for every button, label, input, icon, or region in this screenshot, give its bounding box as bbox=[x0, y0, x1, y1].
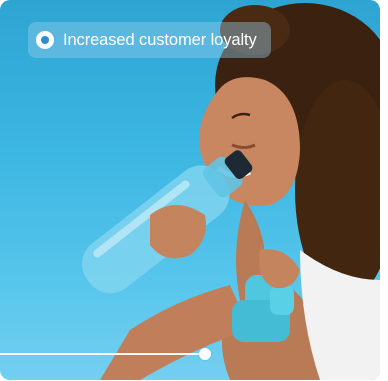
feature-label: Increased customer loyalty bbox=[63, 30, 257, 49]
slider-handle[interactable] bbox=[199, 348, 211, 360]
hero-image-card: Increased customer loyalty bbox=[0, 0, 380, 380]
slider-track[interactable] bbox=[0, 353, 205, 355]
feature-badge: Increased customer loyalty bbox=[28, 22, 271, 58]
radio-dot-icon bbox=[36, 31, 54, 49]
